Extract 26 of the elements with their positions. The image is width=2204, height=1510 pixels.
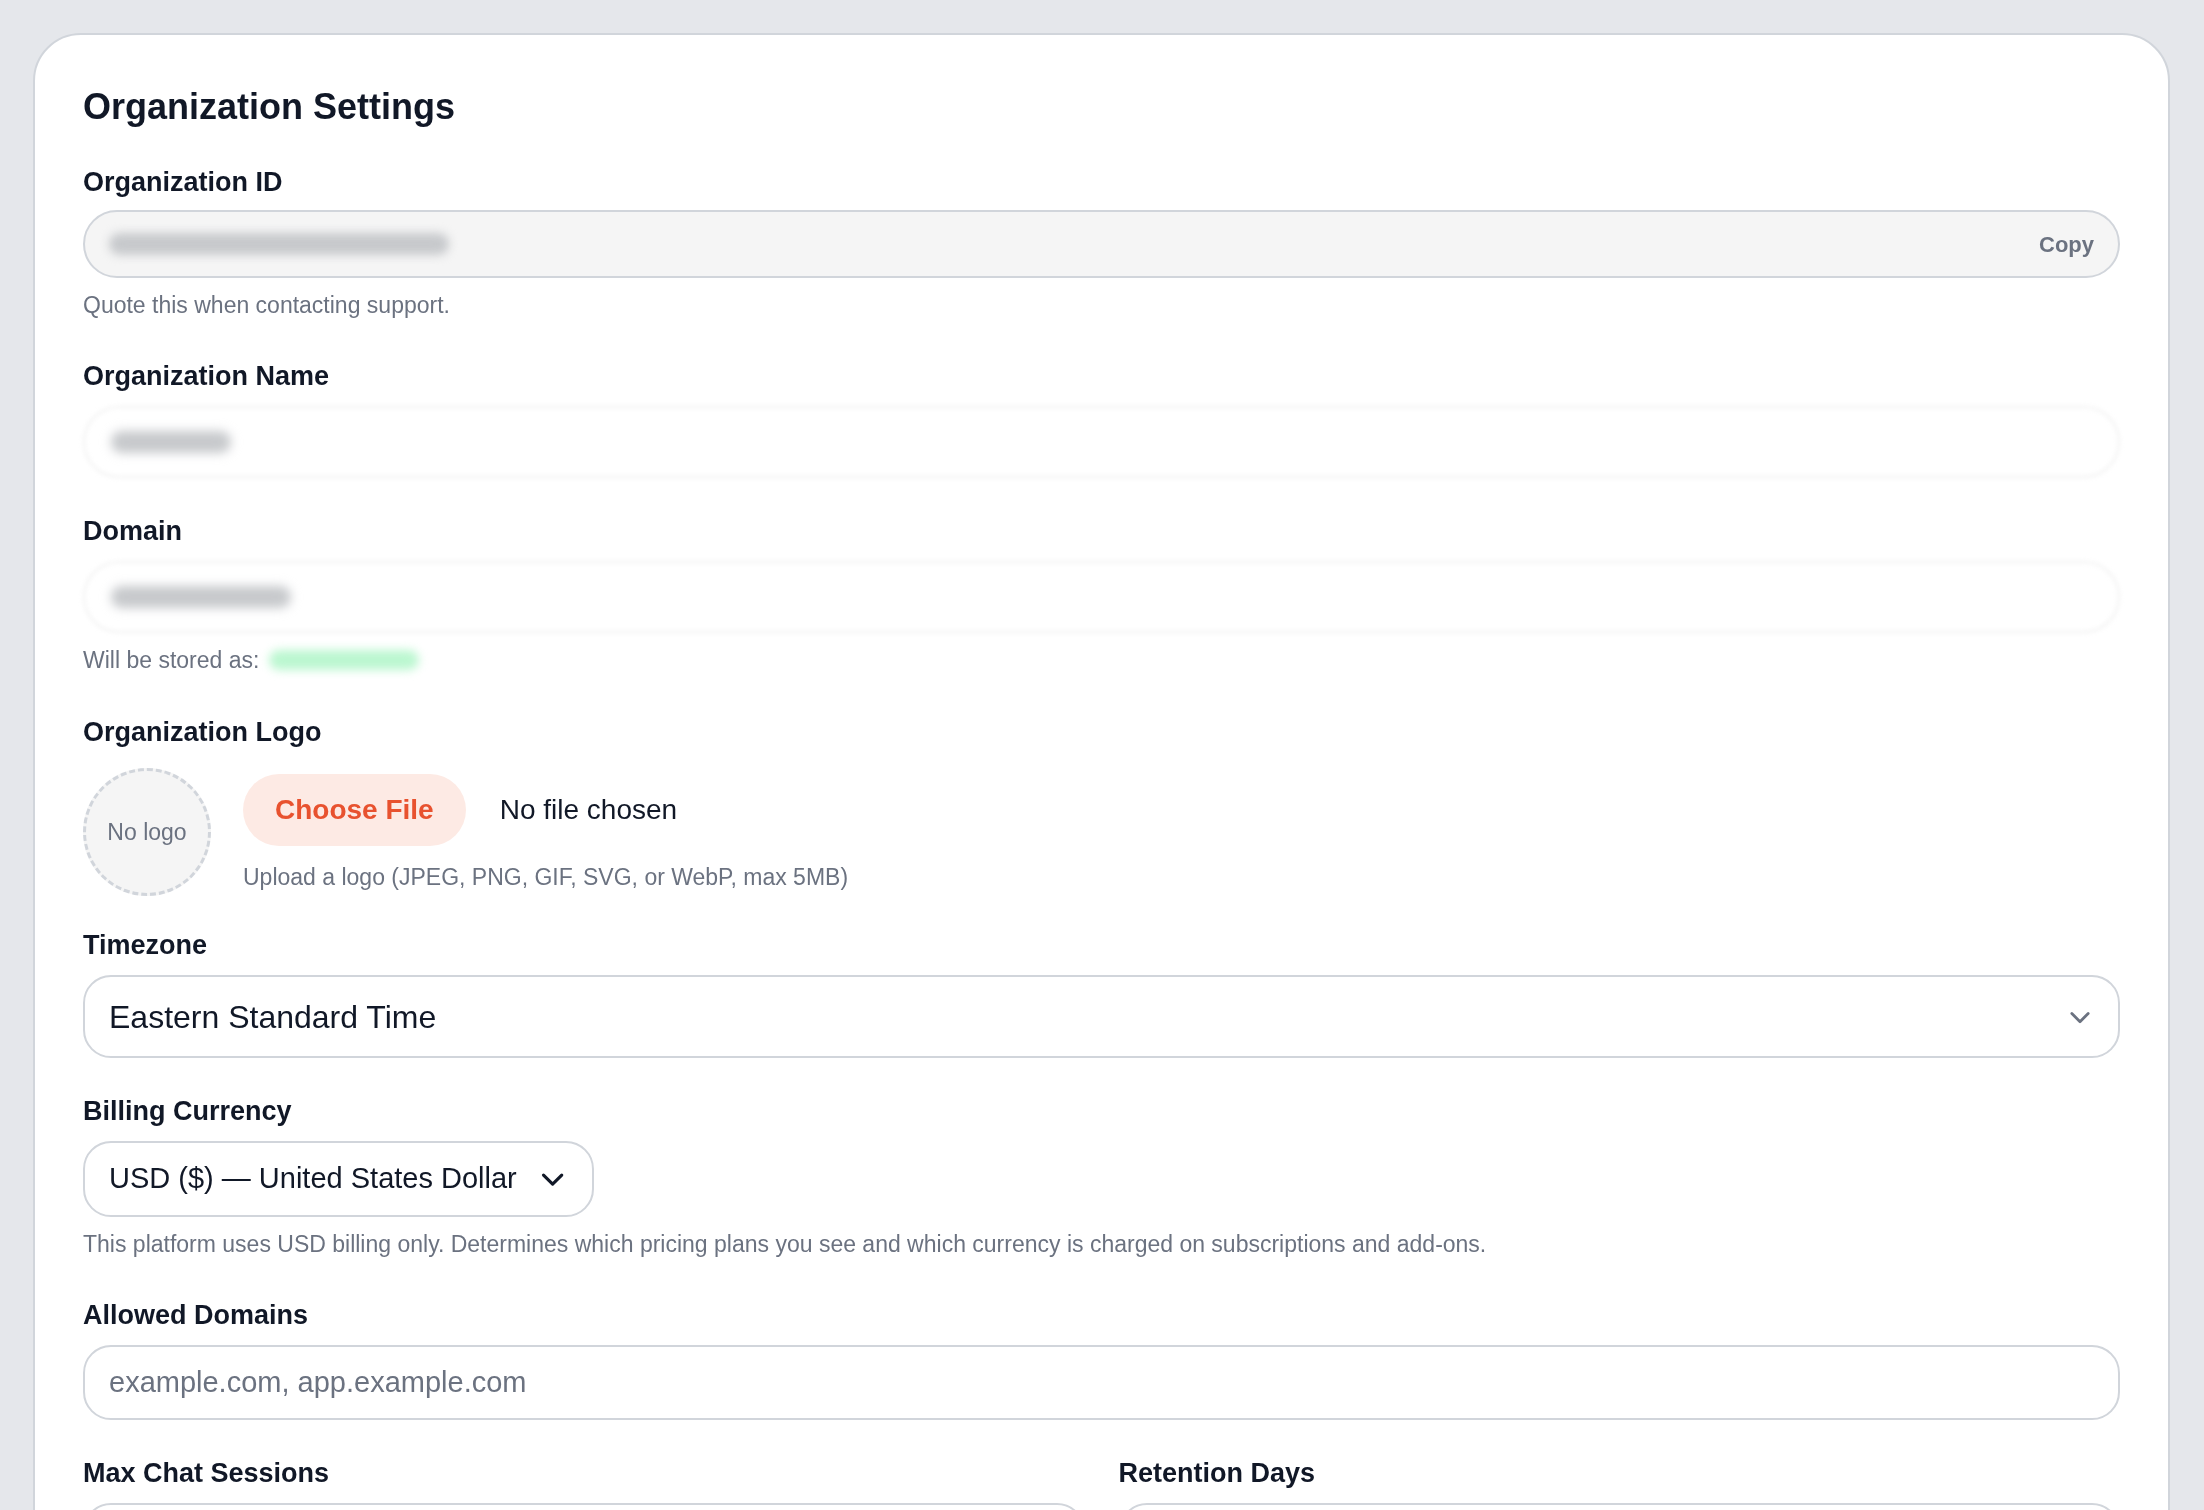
field-label: Organization Name	[83, 362, 331, 390]
hint-text: Will be stored as:	[83, 645, 260, 675]
field-label: Retention Days	[1118, 1459, 1316, 1487]
field-label: Organization Logo	[83, 719, 323, 746]
hint-text: Upload a logo (JPEG, PNG, GIF, SVG, or WebP, max 5MB)	[243, 863, 849, 892]
timezone-select[interactable]: Eastern Standard Time	[83, 975, 2120, 1058]
field-label: Billing Currency	[83, 1098, 293, 1125]
field-label: Domain	[83, 517, 183, 545]
currency-select[interactable]: USD ($) — United States Dollar	[83, 1141, 594, 1217]
field-label: Timezone	[83, 932, 209, 959]
field-label: Allowed Domains	[83, 1301, 310, 1329]
hint-text: This platform uses USD billing only. Determines which pricing plans you see and which currency is charged on subscriptions and add-ons.	[83, 1230, 1487, 1259]
organization-id-field[interactable]: Copy	[83, 210, 2120, 278]
field-label: Max Chat Sessions	[83, 1459, 330, 1487]
page-title: Organization Settings	[83, 89, 456, 125]
select-value: USD ($) — United States Dollar	[109, 1161, 517, 1197]
select-value: Eastern Standard Time	[109, 997, 437, 1037]
file-status: No file chosen	[499, 793, 678, 827]
hint-text: Quote this when contacting support.	[83, 291, 450, 320]
choose-file-button[interactable]: Choose File	[243, 774, 466, 846]
domain-field[interactable]	[83, 560, 2120, 633]
allowed-domains-field[interactable]: example.com, app.example.com	[83, 1344, 2120, 1420]
field-label: Organization ID	[83, 169, 284, 196]
organization-name-field[interactable]	[83, 405, 2120, 478]
logo-preview: No logo	[83, 768, 211, 896]
copy-button[interactable]: Copy	[2039, 227, 2094, 261]
